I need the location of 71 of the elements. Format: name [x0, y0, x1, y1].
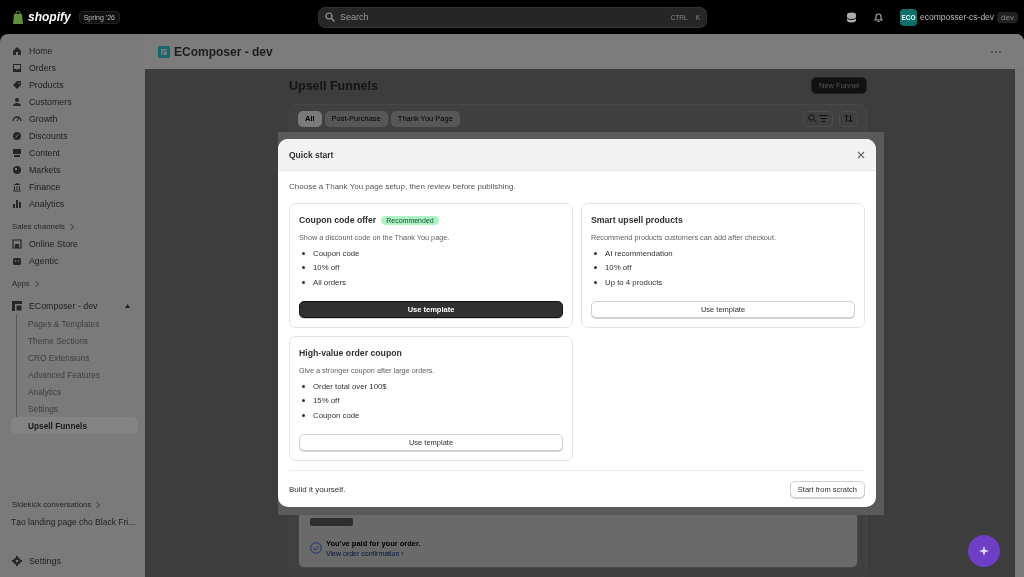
tag-icon	[12, 79, 22, 90]
bullet-icon	[302, 266, 305, 270]
nav-item[interactable]: Orders	[7, 59, 138, 76]
nav-item[interactable]: Growth	[7, 110, 138, 127]
sort-button[interactable]	[839, 110, 858, 127]
person-icon	[12, 96, 22, 107]
gauge-icon	[12, 113, 22, 124]
store-name: ecomposser-cs-dev	[919, 12, 995, 22]
modal-description: Choose a Thank You page setup, then review before publishing.	[289, 181, 517, 193]
nav-item[interactable]: Online Store	[7, 235, 138, 252]
store-badge: dev	[997, 11, 1018, 23]
bullet-icon	[594, 251, 597, 255]
nav-item[interactable]: Products	[7, 76, 138, 93]
nav-item[interactable]: Upsell Funnels	[11, 417, 138, 434]
bullet-icon	[302, 399, 305, 403]
search-input[interactable]: Search	[340, 12, 666, 22]
footer-text: Build it yourself.	[289, 484, 346, 494]
assistant-button[interactable]	[968, 535, 1000, 567]
search-filter-button[interactable]	[803, 110, 833, 127]
shopping-bag-icon	[12, 10, 24, 24]
scrollbar[interactable]	[1015, 69, 1024, 577]
app-logo-icon	[158, 45, 170, 58]
globe-icon	[12, 164, 22, 175]
storefront-icon	[12, 147, 22, 158]
template-title: Coupon code offer	[299, 215, 377, 225]
search-icon	[808, 114, 817, 123]
bell-icon	[872, 11, 884, 23]
app-logo-icon	[12, 300, 22, 311]
bullet-icon	[302, 280, 305, 284]
bullet-icon	[302, 413, 305, 417]
nav-item[interactable]: Home	[7, 42, 138, 59]
brand-logo[interactable]: shopify	[28, 10, 71, 24]
sparkle-icon	[979, 546, 989, 556]
home-icon	[12, 45, 22, 56]
app-nav-item[interactable]: EComposer - dev	[7, 297, 138, 314]
nav-item[interactable]: Content	[7, 144, 138, 161]
sort-arrows-icon	[844, 114, 853, 123]
close-button[interactable]	[857, 150, 865, 159]
store-icon	[12, 238, 22, 249]
bar-chart-icon	[12, 198, 22, 209]
template-title: Smart upsell products	[591, 215, 683, 225]
chevron-right-icon	[95, 500, 102, 509]
nav-item[interactable]: Markets	[7, 161, 138, 178]
chevron-right-icon	[68, 222, 75, 231]
app-title: EComposer - dev	[174, 44, 273, 59]
skeleton-bar	[310, 518, 353, 526]
nav-item[interactable]: Agentic	[7, 252, 138, 269]
bullet-icon	[302, 384, 305, 388]
bullet-icon	[594, 280, 597, 284]
search-icon	[325, 12, 335, 22]
nav-item[interactable]: Settings	[7, 552, 138, 569]
bullet-icon	[594, 266, 597, 270]
bullet-icon	[302, 251, 305, 255]
chevron-right-icon	[33, 279, 40, 288]
template-title: High-value order coupon	[299, 348, 402, 358]
robot-icon	[12, 255, 22, 266]
nav-item[interactable]: Customers	[7, 93, 138, 110]
nav-item[interactable]: Discounts	[7, 127, 138, 144]
database-icon	[845, 11, 857, 23]
nav-item[interactable]: Finance	[7, 178, 138, 195]
close-icon	[857, 150, 865, 159]
bank-icon	[12, 181, 22, 192]
modal-title: Quick start	[289, 149, 334, 160]
check-circle-icon	[310, 542, 322, 554]
badge-icon	[12, 130, 22, 141]
inbox-icon	[12, 62, 22, 73]
conversation-item[interactable]: Tạo landing page cho Black Fri...	[7, 513, 138, 530]
filter-icon	[819, 114, 828, 123]
nav-item[interactable]: Analytics	[7, 195, 138, 212]
more-icon	[990, 49, 1002, 54]
settings-icon	[12, 555, 22, 566]
